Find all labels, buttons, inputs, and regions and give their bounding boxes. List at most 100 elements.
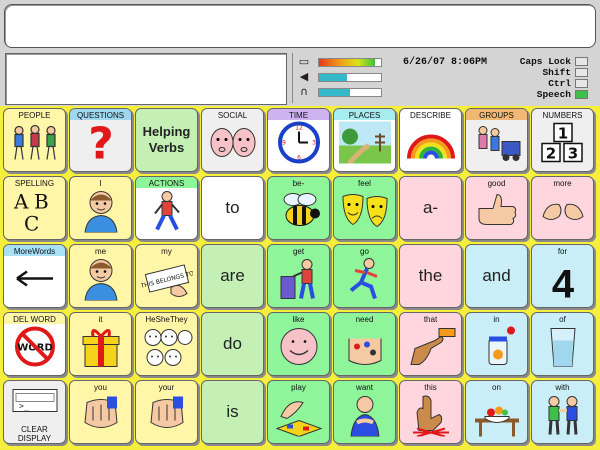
key-indicator	[575, 79, 588, 88]
symbol-button-more-words[interactable]: MoreWords	[3, 244, 66, 308]
key-ctrl: Ctrl	[520, 78, 588, 89]
symbol-button-clear-display[interactable]: >_ CLEAR DISPLAY	[3, 380, 66, 444]
symbol-button-describe[interactable]: DESCRIBE	[399, 108, 462, 172]
symbol-button-he-she-they[interactable]: HeSheThey	[135, 312, 198, 376]
fist-icon	[143, 393, 191, 442]
symbol-button-and[interactable]: and	[465, 244, 528, 308]
key-shift: Shift	[520, 67, 588, 78]
button-label: with	[555, 383, 570, 392]
symbol-button-my[interactable]: my THIS BELONGS TO	[135, 244, 198, 308]
tag-icon: THIS BELONGS TO	[139, 258, 194, 305]
key-caps-lock: Caps Lock	[520, 56, 588, 67]
run-icon	[343, 257, 387, 306]
symbol-button-places[interactable]: PLACES	[333, 108, 396, 172]
volume-meter[interactable]: ◀	[296, 71, 382, 83]
symbol-button-helping-verbs[interactable]: Helping Verbs	[135, 108, 198, 172]
symbol-button-that[interactable]: that	[399, 312, 462, 376]
symbol-button-with[interactable]: with	[531, 380, 594, 444]
speaker-icon: ◀	[299, 70, 309, 83]
display-icon: >_	[10, 387, 60, 420]
message-area	[5, 53, 287, 105]
symbol-button-it[interactable]: it	[69, 312, 132, 376]
button-label: QUESTIONS	[76, 111, 125, 120]
symbol-button-on[interactable]: on	[465, 380, 528, 444]
button-word: a-	[422, 198, 439, 217]
button-label: on	[492, 383, 501, 392]
symbol-button-be[interactable]: be-	[267, 176, 330, 240]
delword-icon: WORD	[13, 325, 57, 374]
svg-text:C: C	[24, 212, 39, 233]
symbol-button-spelling[interactable]: SPELLING A B C	[3, 176, 66, 240]
symbol-button-your[interactable]: your	[135, 380, 198, 444]
hands-icon	[539, 191, 587, 236]
symbol-button-a[interactable]: a-	[399, 176, 462, 240]
symbol-button-feel[interactable]: feel	[333, 176, 396, 240]
text-display[interactable]	[4, 4, 596, 48]
button-label: need	[355, 315, 374, 324]
symbol-button-good[interactable]: good	[465, 176, 528, 240]
symbol-button-the[interactable]: the	[399, 244, 462, 308]
button-label: me	[94, 247, 107, 256]
this-icon	[407, 393, 455, 442]
button-word: are	[220, 266, 245, 285]
symbol-button-get[interactable]: get	[267, 244, 330, 308]
symbol-button-like[interactable]: like	[267, 312, 330, 376]
button-label: HeSheThey	[145, 315, 188, 324]
abc-icon: ABC	[12, 189, 58, 238]
button-label: MoreWords	[13, 247, 56, 256]
symbol-button-more[interactable]: more	[531, 176, 594, 240]
point-icon	[405, 325, 457, 374]
svg-text:6: 6	[297, 155, 301, 162]
symbol-button-play[interactable]: play	[267, 380, 330, 444]
button-label: PEOPLE	[18, 111, 51, 120]
fist-icon	[77, 393, 125, 442]
button-label: for	[557, 247, 568, 256]
symbol-button-of[interactable]: of	[531, 312, 594, 376]
date-time: 6/26/07 8:06PM	[403, 57, 488, 68]
symbol-button-del-word[interactable]: DEL WORDWORD	[3, 312, 66, 376]
svg-text:1: 1	[557, 125, 567, 143]
four-icon: 4	[543, 261, 583, 307]
symbol-button-time[interactable]: TIME 12 3 6 9	[267, 108, 330, 172]
symbol-button-to[interactable]: to	[201, 176, 264, 240]
symbol-button-social[interactable]: SOCIAL	[201, 108, 264, 172]
symbol-button-you[interactable]: you	[69, 380, 132, 444]
headphone-meter[interactable]: ∩	[296, 86, 382, 98]
button-label: PLACES	[348, 111, 381, 120]
table-icon	[471, 393, 523, 442]
symbol-button-need[interactable]: need	[333, 312, 396, 376]
symbol-button-me[interactable]: me	[69, 244, 132, 308]
button-word: to	[225, 198, 240, 217]
symbol-button-people[interactable]: PEOPLE	[3, 108, 66, 172]
symbol-button-are[interactable]: are	[201, 244, 264, 308]
button-label: be-	[292, 179, 305, 188]
button-label: I	[99, 179, 102, 188]
button-caption: CLEAR DISPLAY	[17, 425, 52, 443]
want-icon	[343, 393, 387, 442]
button-label: more	[553, 179, 572, 188]
symbol-button-go[interactable]: go	[333, 244, 396, 308]
button-label: you	[94, 383, 107, 392]
symbol-button-for[interactable]: for 4	[531, 244, 594, 308]
button-label: TIME	[288, 111, 309, 120]
symbol-button-actions[interactable]: ACTIONS	[135, 176, 198, 240]
symbol-button-want[interactable]: want	[333, 380, 396, 444]
symbol-button-groups[interactable]: GROUPS	[465, 108, 528, 172]
button-label: my	[161, 247, 172, 256]
svg-text:3: 3	[312, 140, 316, 147]
question-icon: ?	[81, 119, 121, 170]
vocabulary-grid: PEOPLE QUESTIONS? Helping Verbs SOCIAL TIME 1…	[3, 108, 594, 444]
symbol-button-in[interactable]: in	[465, 312, 528, 376]
numbers-icon: 123	[540, 122, 586, 169]
symbol-button-this[interactable]: this	[399, 380, 462, 444]
symbol-button-numbers[interactable]: NUMBERS 1 2 3	[531, 108, 594, 172]
symbol-button-do[interactable]: do	[201, 312, 264, 376]
symbol-button-questions[interactable]: QUESTIONS?	[69, 108, 132, 172]
faces-icon	[141, 326, 193, 373]
button-label: ACTIONS	[148, 179, 185, 188]
symbol-button-is[interactable]: is	[201, 380, 264, 444]
symbol-button-i[interactable]: I	[69, 176, 132, 240]
people-icon	[9, 123, 61, 168]
get-icon	[277, 257, 321, 306]
button-label: your	[158, 383, 175, 392]
